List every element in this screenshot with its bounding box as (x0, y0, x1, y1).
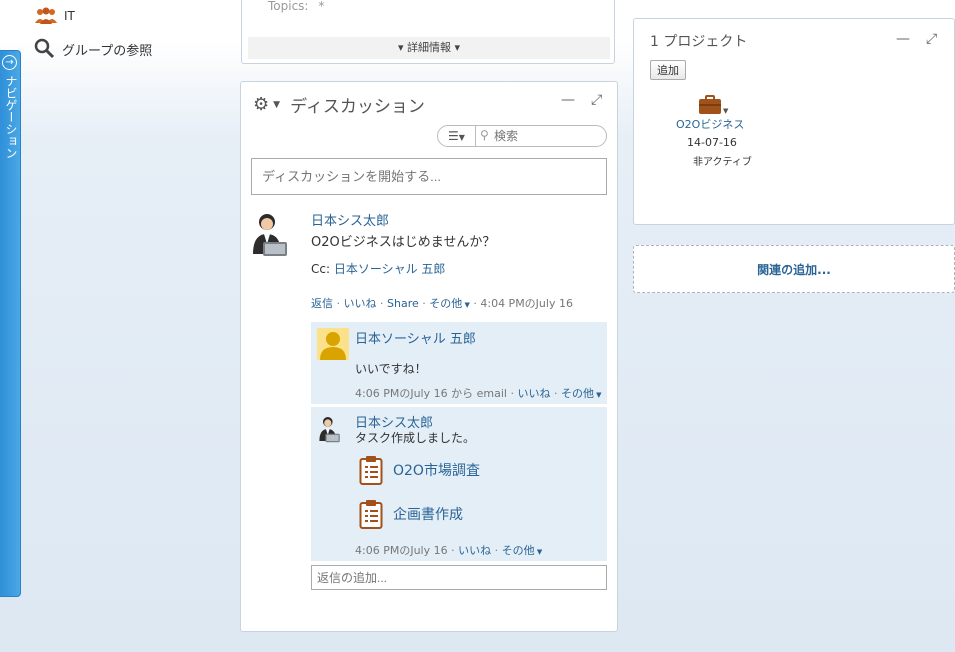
search-box: ☰▼ ⚲ (437, 125, 607, 147)
search-icon: ⚲ (480, 128, 489, 142)
navigation-tab[interactable]: → ナビゲーション (0, 50, 21, 597)
like-link[interactable]: いいね (517, 387, 550, 400)
reply-time: 4:06 PMのJuly 16 (355, 387, 448, 400)
people-icon (35, 7, 57, 24)
project-status: 非アクティブ (693, 157, 752, 168)
expand-icon[interactable]: ⤢ (591, 92, 602, 108)
task-link[interactable]: O2O市場調査 (393, 460, 480, 480)
project-title: 1 プロジェクト (650, 34, 748, 50)
avatar[interactable] (249, 210, 289, 258)
task-link[interactable]: 企画書作成 (393, 504, 463, 524)
expand-icon[interactable]: ⤢ (926, 31, 937, 47)
caret-down-icon: ▼ (723, 107, 729, 115)
group-it-item[interactable]: IT (34, 6, 75, 26)
share-link[interactable]: Share (387, 297, 419, 310)
project-icon[interactable]: ▼ (698, 95, 728, 115)
briefcase-icon (699, 95, 721, 114)
topics-value: * (318, 0, 325, 13)
reply-meta: 4:06 PMのJuly 16 から email · いいね · その他 ▼ (355, 387, 602, 400)
arrow-right-icon: → (2, 55, 17, 70)
reply-text: いいですね！ (355, 362, 427, 376)
group-it-label: IT (64, 9, 75, 23)
more-link[interactable]: その他 (561, 387, 594, 400)
topics-label: Topics: (268, 0, 309, 13)
start-discussion-input[interactable] (251, 158, 607, 195)
task-item[interactable]: 企画書作成 (359, 499, 463, 529)
related-add-area: 関連の追加... (633, 245, 955, 293)
more-link[interactable]: その他 (429, 297, 462, 310)
caret-down-icon: ▼ (593, 391, 602, 399)
like-link[interactable]: いいね (344, 297, 377, 310)
browse-groups-item[interactable]: グループの参照 (34, 38, 152, 60)
minimize-icon[interactable]: — (896, 31, 910, 47)
browse-groups-label: グループの参照 (62, 43, 153, 59)
post-author[interactable]: 日本シス太郎 (311, 210, 389, 229)
cc-name-link[interactable]: 日本ソーシャル 五郎 (334, 262, 446, 276)
avatar[interactable] (317, 413, 341, 445)
project-card: 1 プロジェクト — ⤢ 追加 ▼ O2Oビジネス 14-07-16 非アクティ… (633, 18, 955, 225)
reply-item: 日本ソーシャル 五郎 いいですね！ 4:06 PMのJuly 16 から ema… (311, 322, 607, 404)
project-name-link[interactable]: O2Oビジネス (676, 116, 744, 132)
filter-icon: ☰ (448, 129, 459, 143)
avatar[interactable] (317, 328, 349, 360)
details-link[interactable]: ▾ 詳細情報 ▾ (248, 37, 610, 59)
clipboard-icon (359, 500, 383, 529)
task-item[interactable]: O2O市場調査 (359, 455, 480, 485)
post-cc: Cc: 日本ソーシャル 五郎 (311, 262, 446, 276)
like-link[interactable]: いいね (458, 544, 491, 557)
reply-link[interactable]: 返信 (311, 297, 333, 310)
topics-card: Topics: * ▾ 詳細情報 ▾ (241, 0, 615, 64)
add-button[interactable]: 追加 (650, 60, 686, 80)
caret-down-icon: ▼ (534, 548, 543, 556)
reply-meta: 4:06 PMのJuly 16 · いいね · その他 ▼ (355, 544, 543, 557)
reply-author[interactable]: 日本ソーシャル 五郎 (355, 328, 476, 347)
reply-time: 4:06 PMのJuly 16 (355, 544, 448, 557)
post-time: 4:04 PMのJuly 16 (480, 297, 573, 310)
clipboard-icon (359, 456, 383, 485)
reply-via: から email (451, 387, 507, 400)
caret-down-icon[interactable]: ▼ (273, 100, 280, 110)
navigation-label: ナビゲーション (4, 75, 18, 159)
topics-row: Topics: * (268, 0, 324, 13)
post-text: O2Oビジネスはじめませんか？ (311, 235, 496, 250)
discussion-card: ⚙ ▼ ディスカッション — ⤢ ☰▼ ⚲ 日本シス太郎 O2Oビジネスはじめま… (240, 81, 618, 632)
add-reply-input[interactable] (311, 565, 607, 590)
discussion-title: ディスカッション (290, 97, 425, 117)
minimize-icon[interactable]: — (561, 92, 575, 108)
caret-down-icon: ▼ (462, 301, 470, 309)
post-actions: 返信 · いいね · Share · その他 ▼ · 4:04 PMのJuly … (311, 297, 573, 310)
search-input[interactable] (492, 127, 602, 145)
add-related-link[interactable]: 関連の追加... (634, 261, 954, 278)
discussion-header: ⚙ ▼ ディスカッション (253, 92, 425, 117)
filter-dropdown[interactable]: ☰▼ (438, 126, 476, 146)
reply-item: 日本シス太郎 タスク作成しました。 O2O市場調査 企画書作成 4:06 PMの… (311, 407, 607, 561)
project-date: 14-07-16 (687, 136, 737, 149)
search-icon (34, 38, 55, 59)
more-link[interactable]: その他 (502, 544, 535, 557)
gear-icon[interactable]: ⚙ (253, 94, 269, 115)
reply-text: タスク作成しました。 (355, 431, 476, 445)
